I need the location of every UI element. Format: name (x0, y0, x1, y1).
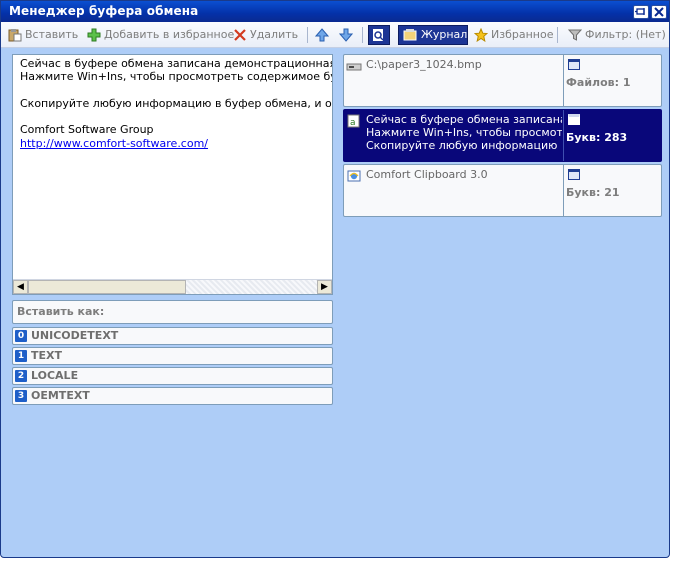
mini-window-icon (568, 169, 580, 180)
history-item-divider (563, 110, 564, 161)
format-item-locale[interactable]: 2 LOCALE (12, 367, 333, 385)
toolbar-separator (307, 27, 308, 43)
journal-icon (403, 29, 417, 41)
format-index-badge: 0 (15, 330, 27, 342)
format-item-oemtext[interactable]: 3 OEMTEXT (12, 387, 333, 405)
drive-icon (346, 63, 362, 71)
format-index-badge: 2 (15, 370, 27, 382)
pin-icon (635, 8, 645, 15)
history-item-content: C:\paper3_1024.bmp (366, 58, 482, 71)
add-icon (87, 28, 101, 42)
history-item-content: Comfort Clipboard 3.0 (366, 168, 488, 181)
history-item-stat: Букв: 283 (566, 131, 628, 144)
toolbar: Вставить Добавить в избранное Удалить Жу… (1, 22, 669, 48)
view-toggle-button[interactable] (368, 25, 390, 45)
preview-line: Нажмите Win+Ins, чтобы просмотреть содер… (20, 70, 332, 84)
preview-line: Скопируйте любую информацию в буфер обме… (20, 96, 332, 110)
clipboard-preview[interactable]: Сейчас в буфере обмена записана демонстр… (12, 54, 333, 295)
history-item-selected[interactable]: a Сейчас в буфере обмена записана демонс… (343, 109, 662, 162)
preview-text: Сейчас в буфере обмена записана демонстр… (20, 57, 332, 279)
filter-funnel-icon (568, 29, 582, 41)
title-bar[interactable]: Менеджер буфера обмена (1, 1, 669, 22)
history-item-stat: Букв: 21 (566, 186, 620, 199)
history-item-divider (563, 55, 564, 106)
preview-line (20, 84, 332, 97)
preview-line: Сейчас в буфере обмена записана демонстр… (20, 57, 332, 70)
pin-button[interactable] (633, 5, 649, 19)
mini-window-icon (568, 59, 580, 70)
browser-icon (347, 170, 361, 182)
svg-text:a: a (350, 118, 356, 128)
history-item[interactable]: C:\paper3_1024.bmp Файлов: 1 (343, 54, 662, 107)
history-item[interactable]: Comfort Clipboard 3.0 Букв: 21 (343, 164, 662, 217)
paste-as-label: Вставить как: (12, 300, 333, 324)
paste-icon (8, 29, 22, 42)
scrollbar-thumb[interactable] (28, 280, 186, 294)
horizontal-scrollbar[interactable]: ◀ ▶ (13, 279, 332, 294)
clipboard-manager-window: Менеджер буфера обмена Вставить Добавить… (0, 0, 670, 558)
preview-line (20, 110, 332, 123)
close-button[interactable] (651, 5, 667, 19)
arrow-up-icon (315, 28, 329, 42)
text-document-icon: a (347, 114, 360, 128)
star-icon (474, 28, 488, 42)
mini-window-icon (568, 114, 580, 125)
scroll-left-button[interactable]: ◀ (13, 280, 28, 294)
history-item-content: Сейчас в буфере обмена записана демонстр… (366, 113, 562, 152)
format-index-badge: 1 (15, 350, 27, 362)
format-item-unicodetext[interactable]: 0 UNICODETEXT (12, 327, 333, 345)
toolbar-separator (362, 27, 363, 43)
magnifier-document-icon (373, 29, 384, 41)
history-item-stat: Файлов: 1 (566, 76, 631, 89)
website-link[interactable]: http://www.comfort-software.com/ (20, 137, 208, 150)
close-icon (654, 7, 664, 17)
format-item-text[interactable]: 1 TEXT (12, 347, 333, 365)
toolbar-separator (557, 27, 558, 43)
preview-line: Comfort Software Group (20, 123, 154, 137)
delete-x-icon (234, 29, 246, 41)
scroll-right-button[interactable]: ▶ (317, 280, 332, 294)
history-item-divider (563, 165, 564, 216)
window-title: Менеджер буфера обмена (9, 4, 199, 18)
format-index-badge: 3 (15, 390, 27, 402)
arrow-down-icon (339, 28, 353, 42)
journal-tab[interactable]: Журнал (398, 25, 468, 45)
